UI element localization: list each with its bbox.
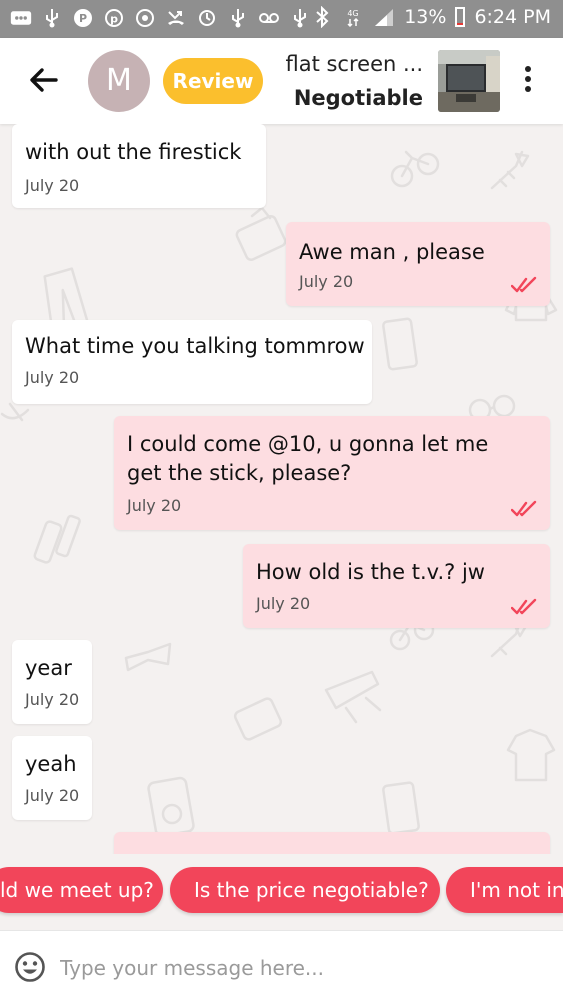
missed-call-icon	[165, 7, 187, 29]
smiley-icon	[15, 952, 45, 982]
phone-doodle-icon	[382, 317, 418, 371]
svg-text:4G: 4G	[348, 9, 359, 18]
chat-header: M Review flat screen ... Negotiable	[0, 38, 563, 124]
quick-reply-meet-up[interactable]: ld we meet up?	[0, 867, 163, 913]
message-bubble-partial[interactable]	[114, 832, 550, 854]
read-receipt-icon	[511, 598, 537, 615]
message-text: How old is the t.v.? jw	[256, 560, 485, 584]
message-bubble[interactable]: I could come @10, u gonna let me get the…	[114, 416, 550, 530]
usb-icon	[41, 7, 63, 29]
signal-icon	[373, 6, 395, 28]
message-text: yeah	[25, 752, 77, 776]
usb-icon-2	[227, 7, 249, 29]
message-bubble[interactable]: yeah July 20	[12, 736, 92, 820]
message-time: July 20	[256, 594, 311, 613]
usb-icon-3	[289, 7, 311, 29]
more-notifications-icon	[10, 7, 32, 29]
message-composer	[0, 930, 563, 1001]
message-bubble[interactable]: with out the firestick July 20	[12, 124, 266, 208]
back-button[interactable]	[26, 62, 62, 98]
music-player-doodle-icon	[147, 776, 195, 838]
lte-icon: 4G	[342, 6, 364, 28]
message-time: July 20	[25, 368, 80, 387]
svg-text:p: p	[110, 13, 118, 26]
battery-percent: 13%	[404, 6, 447, 28]
quick-replies: ld we meet up? Is the price negotiable? …	[0, 867, 563, 915]
more-options-button[interactable]	[520, 66, 536, 98]
chat-app-icon: P	[72, 7, 94, 29]
quick-reply-price-negotiable[interactable]: Is the price negotiable?	[170, 867, 440, 913]
bicycle-doodle-icon	[390, 150, 440, 188]
avatar[interactable]: M	[88, 50, 150, 112]
message-input[interactable]	[58, 949, 542, 987]
message-text: I could come @10, u gonna let me get the…	[127, 432, 489, 485]
battery-icon	[455, 7, 466, 27]
quick-reply-not-interested[interactable]: I'm not int	[446, 867, 563, 913]
bowtie-doodle-icon	[124, 642, 172, 672]
message-time: July 20	[25, 690, 80, 709]
review-button[interactable]: Review	[163, 58, 263, 104]
shirt-doodle-icon-2	[506, 728, 556, 782]
tools-doodle-icon	[33, 514, 81, 564]
svg-text:P: P	[79, 12, 87, 25]
message-list[interactable]: with out the firestick July 20 Awe man ,…	[0, 124, 563, 854]
sync-icon	[196, 7, 218, 29]
arrow-left-icon	[30, 68, 58, 92]
dot-icon	[525, 86, 531, 92]
read-receipt-icon	[511, 500, 537, 517]
notification-icons: P p	[10, 7, 311, 29]
message-text: with out the firestick	[25, 140, 242, 164]
item-title[interactable]: flat screen ...	[285, 52, 423, 76]
phone-doodle-icon-2	[382, 781, 420, 835]
pinterest-icon: p	[103, 7, 125, 29]
dot-icon	[525, 66, 531, 72]
message-bubble[interactable]: What time you talking tommrow July 20	[12, 320, 372, 404]
trumpet-doodle-icon	[490, 150, 530, 190]
status-time: 6:24 PM	[474, 6, 551, 28]
message-time: July 20	[25, 176, 80, 195]
dot-icon	[525, 76, 531, 82]
message-bubble[interactable]: year July 20	[12, 640, 92, 724]
iron-doodle-icon	[324, 670, 382, 724]
message-text: year	[25, 656, 72, 680]
bluetooth-icon	[311, 6, 333, 28]
item-price: Negotiable	[293, 86, 423, 110]
chrome-icon	[134, 7, 156, 29]
status-bar: P p 4G 13% 6:24 PM	[0, 0, 563, 38]
item-thumbnail[interactable]	[438, 50, 500, 112]
tv-doodle-icon	[235, 206, 287, 261]
tv-doodle-icon-2	[233, 697, 283, 741]
system-icons: 4G 13% 6:24 PM	[311, 6, 551, 28]
emoji-button[interactable]	[14, 951, 46, 983]
horn-doodle-icon	[0, 402, 30, 422]
voicemail-icon	[258, 7, 280, 29]
message-text: Awe man , please	[299, 240, 485, 264]
message-time: July 20	[299, 272, 354, 291]
message-bubble[interactable]: How old is the t.v.? jw July 20	[243, 544, 550, 628]
message-bubble[interactable]: Awe man , please July 20	[286, 222, 550, 306]
message-text: What time you talking tommrow	[25, 334, 365, 358]
message-time: July 20	[25, 786, 80, 805]
read-receipt-icon	[511, 276, 537, 293]
message-time: July 20	[127, 496, 182, 515]
tv-photo-image	[438, 50, 500, 112]
